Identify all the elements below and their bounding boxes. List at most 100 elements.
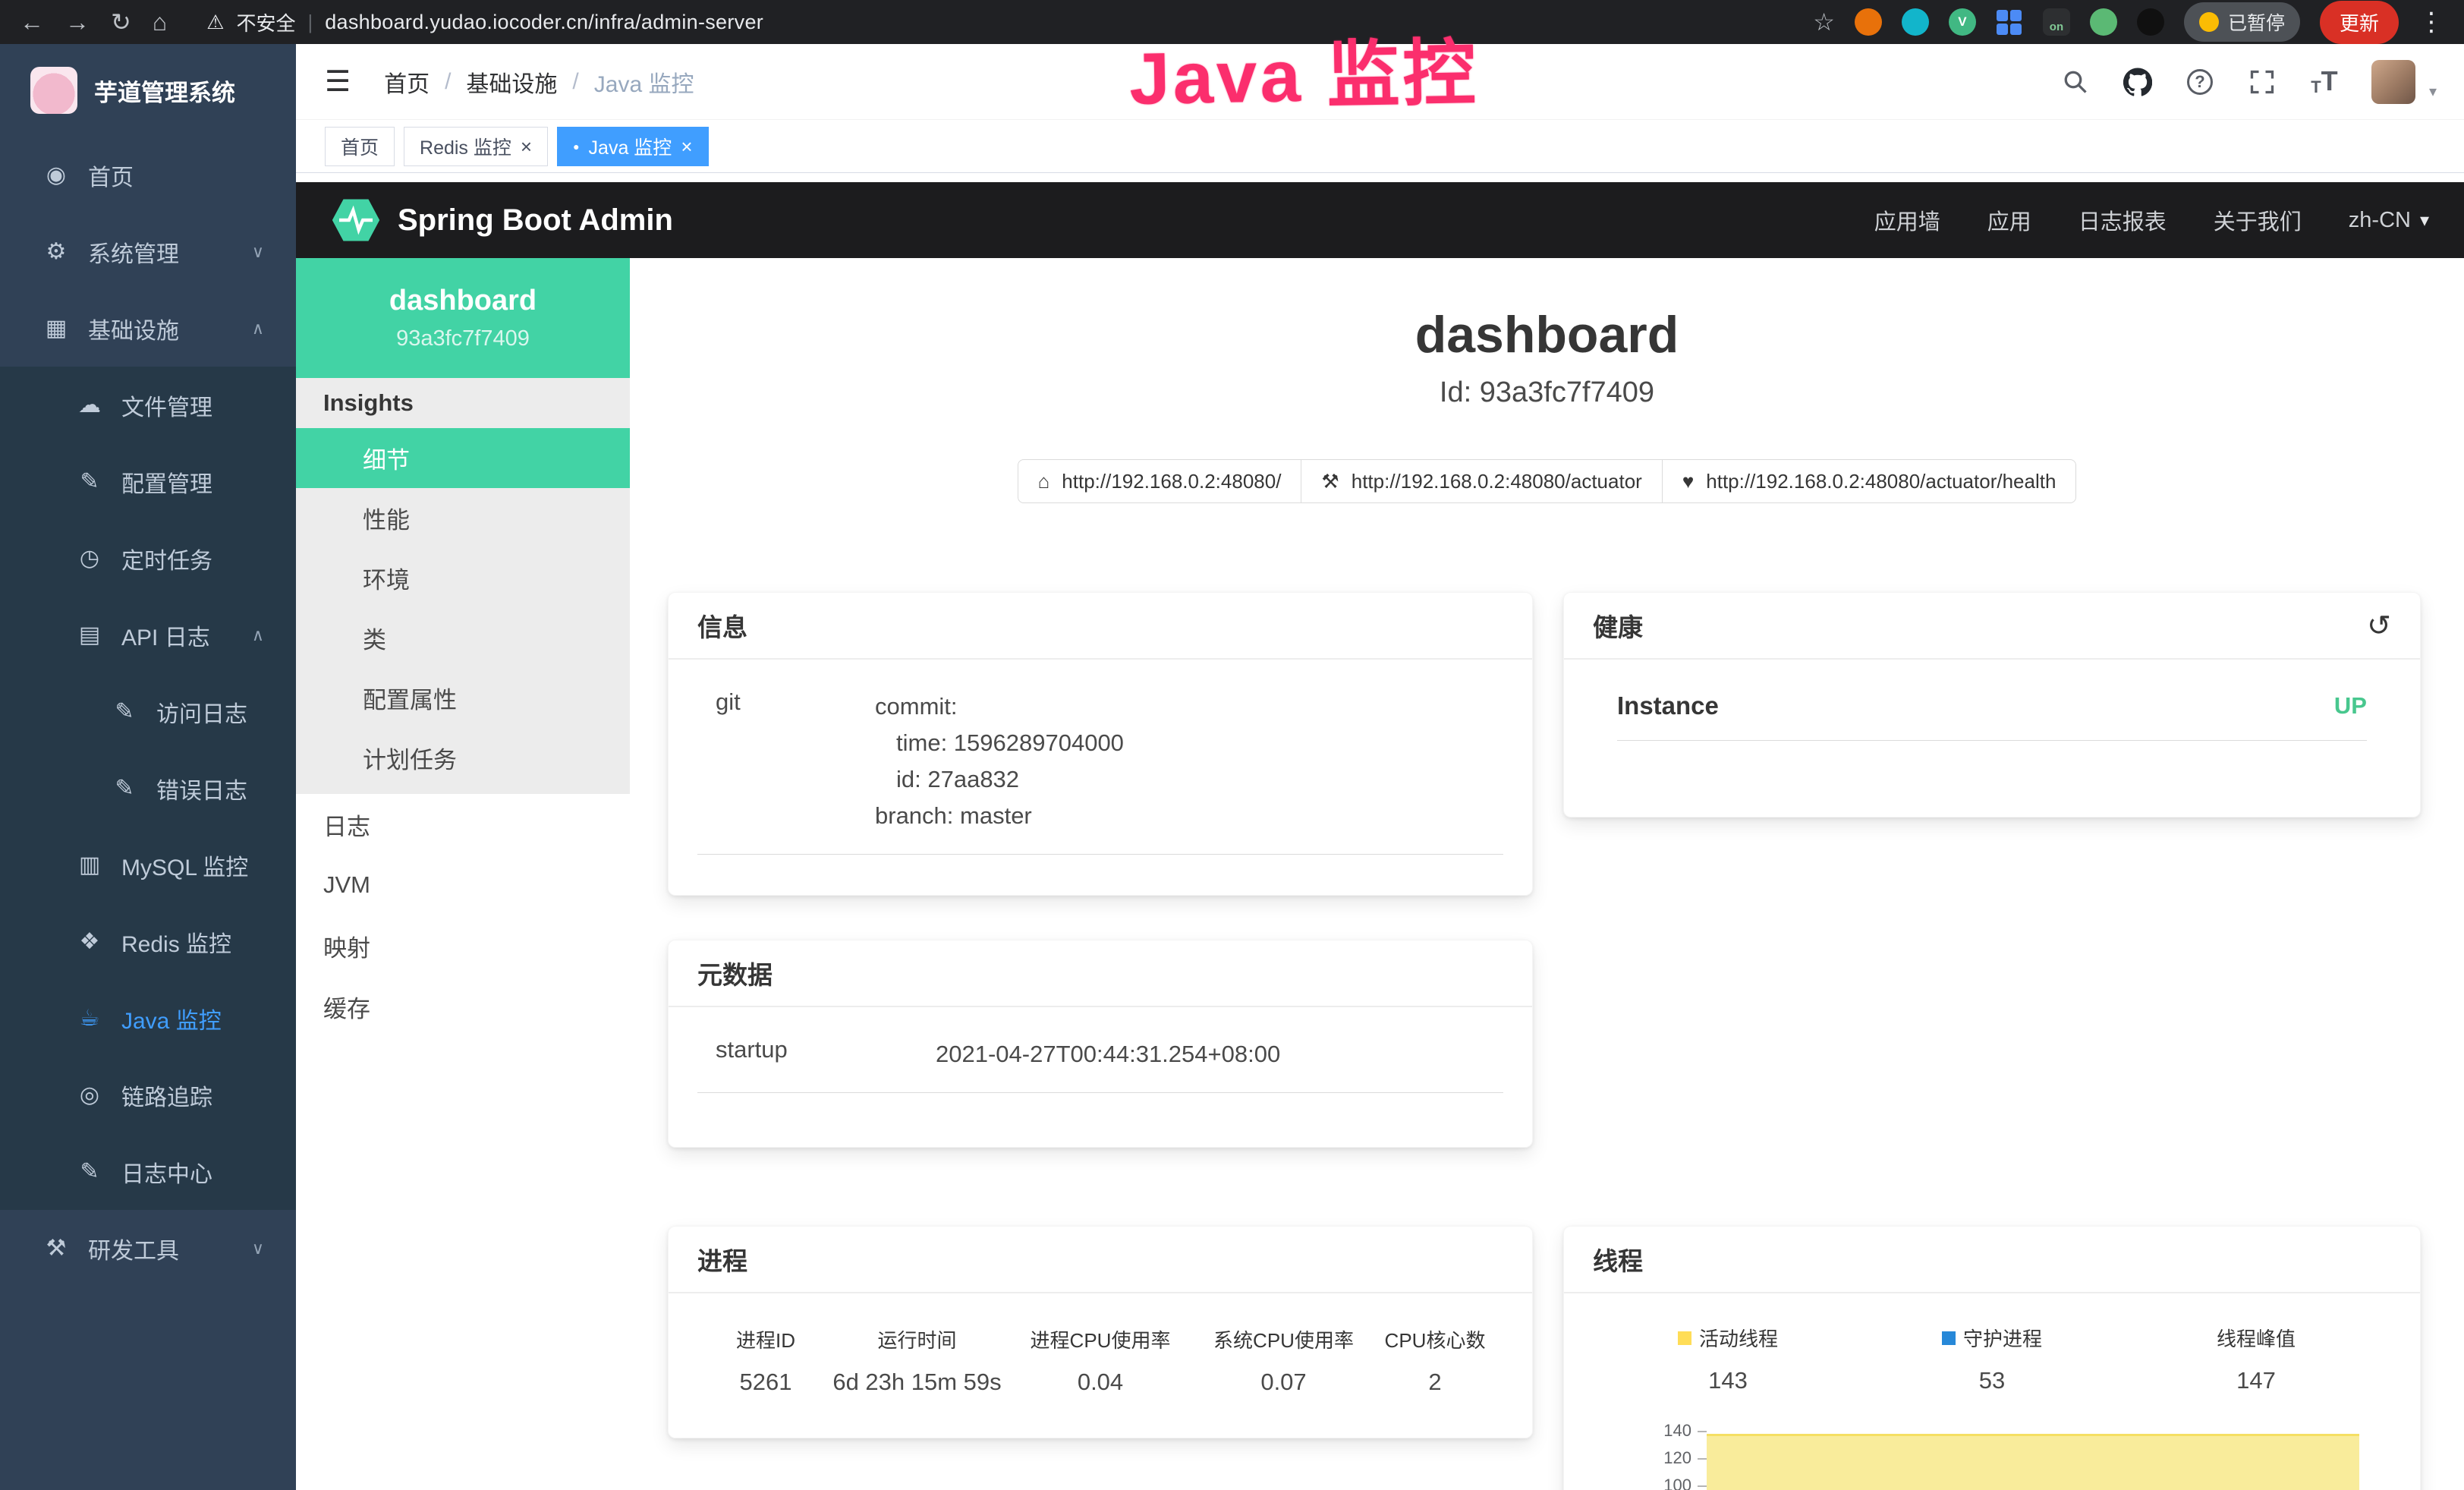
sba-sidebar-item-config-props[interactable]: 配置属性: [296, 668, 630, 728]
process-col-system-cpu: 系统CPU使用率 0.07: [1196, 1325, 1371, 1396]
sidebar-item-cron-jobs[interactable]: ◷ 定时任务: [0, 520, 296, 597]
extension-icon-1[interactable]: [1855, 8, 1882, 36]
sidebar-item-label: API 日志: [121, 619, 210, 652]
metadata-row-startup: startup 2021-04-27T00:44:31.254+08:00: [697, 1033, 1503, 1093]
extension-icon-2[interactable]: [1902, 8, 1929, 36]
sba-sidebar-item-environment[interactable]: 环境: [296, 548, 630, 608]
sidebar-item-system-mgmt[interactable]: ⚙ 系统管理 ∨: [0, 213, 296, 290]
home-button-icon[interactable]: ⌂: [153, 10, 167, 34]
sba-sidebar-item-mappings[interactable]: 映射: [296, 915, 630, 976]
forward-icon[interactable]: →: [65, 10, 90, 34]
sba-nav-about[interactable]: 关于我们: [2214, 204, 2302, 236]
sidebar-item-infrastructure[interactable]: ▦ 基础设施 ∧: [0, 290, 296, 367]
font-size-small-glyph: T: [2311, 77, 2321, 97]
link-actuator-url[interactable]: ⚒ http://192.168.0.2:48080/actuator: [1301, 459, 1662, 503]
bookmark-star-icon[interactable]: ☆: [1813, 8, 1835, 36]
search-icon[interactable]: [2060, 67, 2091, 97]
tab-java-monitor[interactable]: ● Java 监控 ×: [557, 127, 708, 166]
link-health-url[interactable]: ♥ http://192.168.0.2:48080/actuator/heal…: [1662, 459, 2077, 503]
sba-nav-wallboard[interactable]: 应用墙: [1874, 204, 1940, 236]
edit-icon: ✎: [108, 698, 141, 725]
active-dot-icon: ●: [573, 141, 579, 152]
font-size-icon[interactable]: TT: [2309, 67, 2340, 97]
avatar-caret-icon[interactable]: ▾: [2429, 82, 2437, 101]
sba-sidebar-item-scheduled-tasks[interactable]: 计划任务: [296, 728, 630, 788]
card-title: 线程: [1593, 1241, 1643, 1277]
sidebar-item-java-monitor[interactable]: ☕ Java 监控: [0, 980, 296, 1057]
target-icon: ◎: [73, 1082, 106, 1108]
github-icon[interactable]: [2123, 67, 2153, 97]
locale-label: zh-CN: [2349, 208, 2411, 233]
instance-header[interactable]: dashboard 93a3fc7f7409: [296, 258, 630, 378]
update-button[interactable]: 更新: [2320, 1, 2399, 44]
sba-sidebar-item-logs[interactable]: 日志: [296, 794, 630, 855]
sidebar-item-log-center[interactable]: ✎ 日志中心: [0, 1133, 296, 1210]
sidebar-item-home[interactable]: ◉ 首页: [0, 137, 296, 213]
tab-home[interactable]: 首页: [325, 127, 395, 166]
sba-sidebar-item-details[interactable]: 细节: [296, 428, 630, 488]
browser-menu-icon[interactable]: ⋮: [2418, 7, 2444, 37]
sidebar-item-redis-monitor[interactable]: ❖ Redis 监控: [0, 903, 296, 980]
git-time-line: time: 1596289704000: [875, 725, 1503, 761]
reload-icon[interactable]: ↻: [111, 10, 131, 34]
chevron-up-icon: ∧: [252, 319, 264, 339]
link-home-url[interactable]: ⌂ http://192.168.0.2:48080/: [1018, 459, 1302, 503]
paused-badge-label: 已暂停: [2228, 8, 2285, 36]
url-text: dashboard.yudao.iocoder.cn/infra/admin-s…: [325, 11, 763, 34]
close-icon[interactable]: ×: [681, 137, 692, 156]
back-icon[interactable]: ←: [20, 10, 44, 34]
sidebar-item-error-logs[interactable]: ✎ 错误日志: [0, 750, 296, 827]
legend-live-threads: 活动线程 143: [1596, 1324, 1860, 1394]
extension-icon-5[interactable]: on: [2043, 8, 2070, 36]
threads-chart: 140 120 100: [1593, 1417, 2391, 1490]
fullscreen-icon[interactable]: [2247, 67, 2277, 97]
paused-badge[interactable]: 已暂停: [2184, 2, 2300, 42]
sba-sidebar-item-performance[interactable]: 性能: [296, 488, 630, 548]
help-icon[interactable]: ?: [2185, 67, 2215, 97]
threads-card: 线程 活动线程 143 守护进程 53: [1563, 1226, 2421, 1490]
sidebar-item-api-logs[interactable]: ▤ API 日志 ∧: [0, 597, 296, 673]
dashboard-icon: ◉: [39, 162, 73, 188]
home-icon: ⌂: [1038, 470, 1050, 493]
info-card-header: 信息: [669, 593, 1532, 660]
navbar-actions: ? TT ▾: [2060, 60, 2437, 104]
document-icon: ▤: [73, 622, 106, 648]
info-card-body: git commit: time: 1596289704000 id: 27aa…: [669, 660, 1532, 877]
sba-locale-select[interactable]: zh-CN ▾: [2349, 208, 2429, 233]
close-icon[interactable]: ×: [521, 137, 532, 156]
sidebar-item-dev-tools[interactable]: ⚒ 研发工具 ∨: [0, 1210, 296, 1287]
breadcrumb-infrastructure[interactable]: 基础设施: [466, 65, 557, 99]
process-col-cpu-cores: CPU核心数 2: [1371, 1325, 1499, 1396]
chevron-down-icon: ∨: [252, 242, 264, 262]
history-icon[interactable]: ↺: [2367, 609, 2391, 643]
sidebar-item-config-mgmt[interactable]: ✎ 配置管理: [0, 443, 296, 520]
legend-value: 147: [2124, 1367, 2388, 1394]
sidebar-item-label: 链路追踪: [121, 1079, 212, 1112]
sba-sidebar-item-classes[interactable]: 类: [296, 608, 630, 668]
sidebar-item-label: 错误日志: [156, 772, 247, 805]
hamburger-icon[interactable]: ☰: [325, 65, 351, 99]
extension-icon-7[interactable]: [2137, 8, 2164, 36]
col-value: 0.07: [1196, 1369, 1371, 1396]
sidebar-item-label: 基础设施: [88, 312, 179, 345]
tab-redis-monitor[interactable]: Redis 监控 ×: [404, 127, 548, 166]
sidebar-item-access-logs[interactable]: ✎ 访问日志: [0, 673, 296, 750]
sba-sidebar-item-caches[interactable]: 缓存: [296, 976, 630, 1037]
address-bar[interactable]: ⚠ 不安全 | dashboard.yudao.iocoder.cn/infra…: [206, 8, 763, 36]
sidebar-item-tracing[interactable]: ◎ 链路追踪: [0, 1057, 296, 1133]
sidebar-item-file-mgmt[interactable]: ☁ 文件管理: [0, 367, 296, 443]
sba-sidebar-item-jvm[interactable]: JVM: [296, 855, 630, 915]
sba-nav-journal[interactable]: 日志报表: [2079, 204, 2167, 236]
sidebar-item-mysql-monitor[interactable]: ▥ MySQL 监控: [0, 827, 296, 903]
breadcrumb-home[interactable]: 首页: [384, 65, 430, 99]
extension-icon-4[interactable]: [1996, 8, 2023, 36]
git-commit-line: commit:: [875, 688, 1503, 725]
health-card: 健康 ↺ Instance UP: [1563, 592, 2421, 817]
legend-peak-threads: 线程峰值 147: [2124, 1324, 2388, 1394]
extension-icon-6[interactable]: [2090, 8, 2117, 36]
sba-nav-applications[interactable]: 应用: [1987, 204, 2031, 236]
extension-icon-3[interactable]: V: [1949, 8, 1976, 36]
info-value: commit: time: 1596289704000 id: 27aa832 …: [875, 688, 1503, 834]
avatar[interactable]: [2371, 60, 2415, 104]
health-label: Instance: [1617, 691, 1719, 720]
